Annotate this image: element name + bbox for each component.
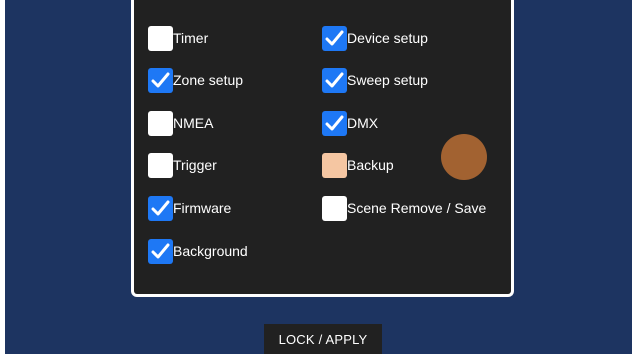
checkbox-box[interactable] bbox=[322, 67, 347, 93]
checkbox-box[interactable] bbox=[148, 152, 173, 178]
checkbox-label: Scene Remove / Save bbox=[347, 200, 487, 216]
checkbox-scene-remove-save[interactable]: Scene Remove / Save bbox=[322, 193, 486, 223]
checkbox-box[interactable] bbox=[322, 195, 347, 221]
permissions-panel: Timer Device setup Zone setup Sweep setu… bbox=[131, 0, 514, 297]
checkbox-box[interactable] bbox=[148, 67, 173, 93]
checkbox-label: Trigger bbox=[173, 157, 217, 173]
checkbox-sweep-setup[interactable]: Sweep setup bbox=[322, 65, 428, 95]
checkbox-box[interactable] bbox=[148, 25, 173, 51]
checkbox-label: Timer bbox=[173, 30, 209, 46]
checkmark-icon bbox=[325, 30, 344, 45]
checkbox-box[interactable] bbox=[322, 152, 347, 178]
checkbox-label: Background bbox=[173, 243, 248, 259]
checkbox-box[interactable] bbox=[148, 195, 173, 221]
checkbox-firmware[interactable]: Firmware bbox=[148, 193, 231, 223]
checkbox-nmea[interactable]: NMEA bbox=[148, 108, 213, 138]
checkbox-trigger[interactable]: Trigger bbox=[148, 150, 217, 180]
checkmark-icon bbox=[325, 115, 344, 130]
checkmark-icon bbox=[151, 200, 170, 215]
checkbox-label: Zone setup bbox=[173, 72, 244, 88]
checkbox-box[interactable] bbox=[148, 238, 173, 264]
checkbox-box[interactable] bbox=[322, 25, 347, 51]
checkbox-device-setup[interactable]: Device setup bbox=[322, 23, 428, 53]
lock-apply-button[interactable]: LOCK / APPLY bbox=[264, 324, 382, 354]
click-ripple bbox=[441, 134, 487, 180]
checkbox-label: DMX bbox=[347, 115, 379, 131]
checkbox-background[interactable]: Background bbox=[148, 236, 248, 266]
checkbox-zone-setup[interactable]: Zone setup bbox=[148, 65, 243, 95]
checkbox-label: NMEA bbox=[173, 115, 214, 131]
checkbox-dmx[interactable]: DMX bbox=[322, 108, 378, 138]
checkbox-label: Backup bbox=[347, 157, 394, 173]
checkbox-label: Device setup bbox=[347, 30, 428, 46]
checkmark-icon bbox=[151, 243, 170, 258]
checkbox-box[interactable] bbox=[148, 110, 173, 136]
checkbox-box[interactable] bbox=[322, 110, 347, 136]
checkbox-timer[interactable]: Timer bbox=[148, 23, 208, 53]
checkbox-label: Sweep setup bbox=[347, 72, 428, 88]
checkbox-label: Firmware bbox=[173, 200, 232, 216]
checkmark-icon bbox=[325, 72, 344, 87]
page-background: Timer Device setup Zone setup Sweep setu… bbox=[5, 0, 632, 354]
checkbox-backup[interactable]: Backup bbox=[322, 150, 394, 180]
checkmark-icon bbox=[151, 72, 170, 87]
